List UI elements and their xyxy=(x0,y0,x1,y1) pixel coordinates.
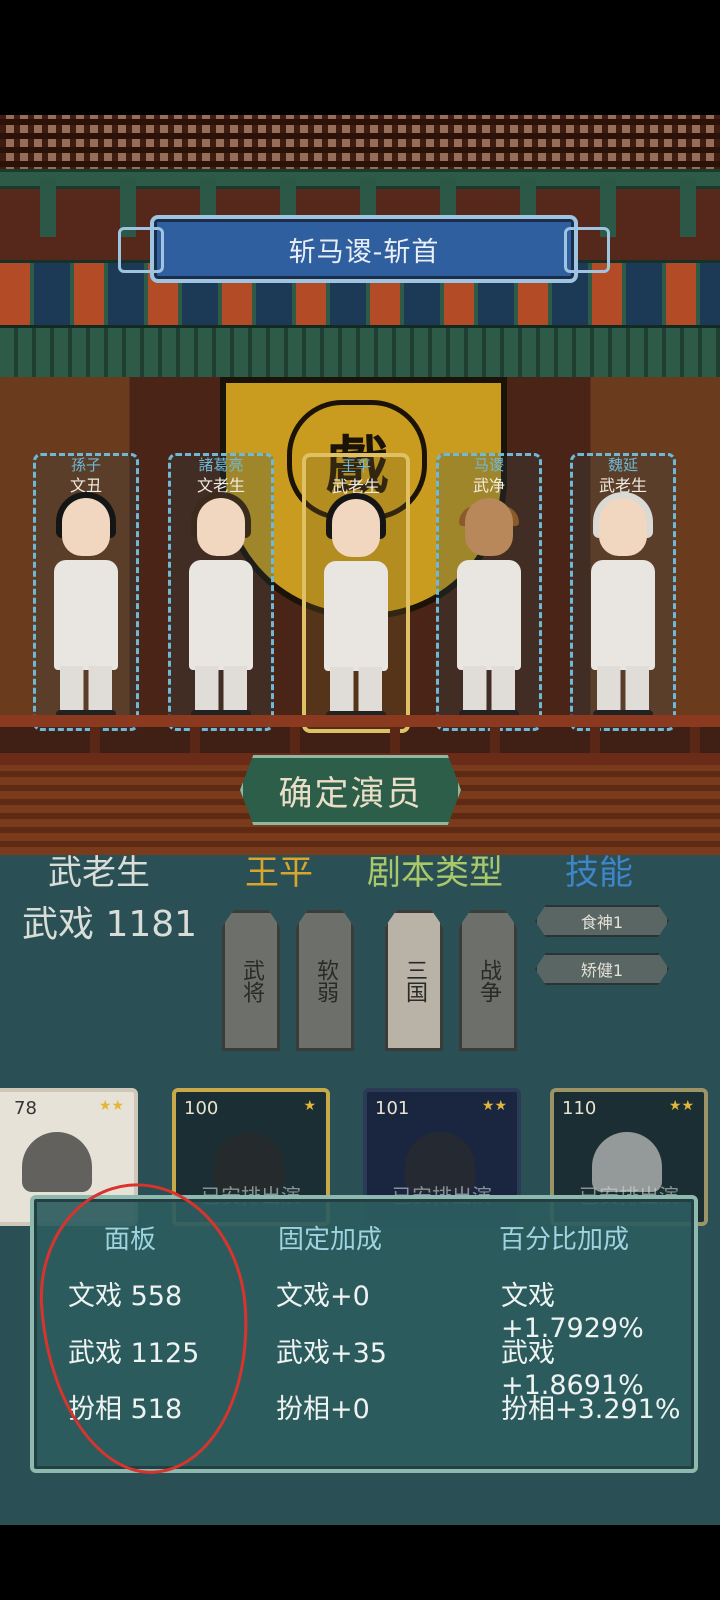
card-portrait xyxy=(22,1132,92,1192)
fixed-wenxi: 文戏+0 xyxy=(276,1281,370,1312)
card-stars: ★ xyxy=(303,1098,316,1114)
script-type-label: 剧本类型 xyxy=(367,853,503,893)
railing-posts xyxy=(0,727,720,753)
actor-figure xyxy=(181,492,261,718)
fixed-banxiang: 扮相+0 xyxy=(276,1394,370,1425)
roof-lattice-lines xyxy=(0,115,720,175)
actor-slot-2[interactable]: 諸葛亮 文老生 xyxy=(168,453,274,731)
robe xyxy=(189,560,253,670)
trait-tag-1: 武将 xyxy=(222,910,280,1051)
head xyxy=(197,498,245,556)
actor-slot-5[interactable]: 魏延 武老生 xyxy=(570,453,676,731)
role-type: 武老生 xyxy=(48,853,150,893)
plaque-left-cap xyxy=(118,227,164,273)
robe xyxy=(324,561,388,671)
script-tag-2: 战争 xyxy=(459,910,517,1051)
head xyxy=(332,499,380,557)
script-tag-text: 战争 xyxy=(476,958,501,1003)
legs xyxy=(597,666,649,714)
play-title: 斩马谡-斩首 xyxy=(288,236,440,268)
head xyxy=(62,498,110,556)
actor-slot-1[interactable]: 孫子 文丑 xyxy=(33,453,139,731)
stats-header-percent: 百分比加成 xyxy=(499,1225,630,1255)
skill-badge-1[interactable]: 食神1 xyxy=(535,905,669,937)
legs xyxy=(463,666,515,714)
robe xyxy=(591,560,655,670)
script-tag-text: 三国 xyxy=(402,958,427,1003)
card-level: 100 xyxy=(184,1098,219,1119)
bottom-bar xyxy=(0,1525,720,1600)
legs xyxy=(330,667,382,715)
actor-figure xyxy=(449,498,529,718)
card-level: 78 xyxy=(14,1098,37,1119)
actor-figure xyxy=(46,492,126,718)
skill-label: 技能 xyxy=(565,853,633,893)
actor-slot-4[interactable]: 马谡 武净 xyxy=(436,453,542,731)
card-stars: ★★ xyxy=(98,1098,124,1114)
lower-beam xyxy=(0,325,720,381)
fixed-wuxi: 武戏+35 xyxy=(276,1338,387,1369)
actor-name-label: 王平 xyxy=(245,853,313,893)
actor-figure xyxy=(583,492,663,718)
legs xyxy=(195,666,247,714)
stage-scene: 斩马谡-斩首 戲 孫子 文丑 諸葛亮 文老生 王平 武老生 马谡 武净 魏延 武… xyxy=(0,115,720,855)
actor-role: 武净 xyxy=(472,476,505,495)
actor-figure xyxy=(316,493,396,719)
robe xyxy=(457,560,521,670)
card-stars: ★★ xyxy=(481,1098,507,1114)
trait-text: 武将 xyxy=(239,958,264,1003)
card-stars: ★★ xyxy=(668,1098,694,1114)
head xyxy=(599,498,647,556)
actor-slot-3[interactable]: 王平 武老生 xyxy=(302,453,410,733)
play-title-plaque: 斩马谡-斩首 xyxy=(118,215,610,283)
head xyxy=(465,498,513,556)
percent-banxiang: 扮相+3.291% xyxy=(501,1394,681,1425)
plaque-right-cap xyxy=(564,227,610,273)
card-level: 101 xyxy=(375,1098,410,1119)
legs xyxy=(60,666,112,714)
skill-badge-2[interactable]: 矫健1 xyxy=(535,953,669,985)
stats-header-fixed: 固定加成 xyxy=(278,1225,383,1255)
script-tag-1: 三国 xyxy=(385,910,443,1051)
trait-text: 软弱 xyxy=(313,958,338,1003)
actor-stat: 武戏 1181 xyxy=(22,904,198,945)
trait-tag-2: 软弱 xyxy=(296,910,354,1051)
card-level: 110 xyxy=(562,1098,597,1119)
robe xyxy=(54,560,118,670)
confirm-actor-button[interactable]: 确定演员 xyxy=(240,755,461,825)
